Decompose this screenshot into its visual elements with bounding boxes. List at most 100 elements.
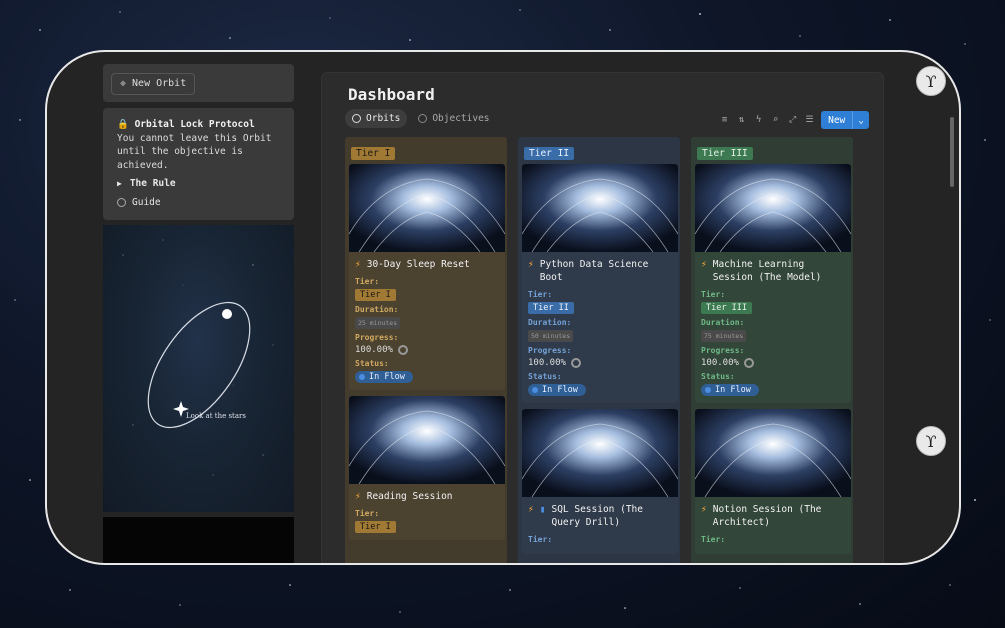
scrollbar[interactable]	[950, 117, 954, 187]
page-title: Dashboard	[348, 85, 435, 104]
card-cover-image	[695, 164, 851, 252]
status-badge: In Flow	[701, 384, 759, 396]
new-button[interactable]: New ⌄	[821, 111, 869, 129]
new-button-label: New	[828, 114, 846, 126]
card-cover-image	[522, 164, 678, 252]
filter-icon[interactable]: ≡	[719, 115, 730, 126]
orbit-card[interactable]: ⚡ Notion Session (The Architect) Tier:	[695, 409, 851, 554]
tier-label: Tier:	[355, 277, 380, 286]
duration-label: Duration:	[528, 318, 572, 327]
orbit-card[interactable]: ⚡ Python Data Science Boot Tier: Tier II …	[522, 164, 678, 403]
duration-value: 25 minutes	[355, 317, 401, 329]
orbit-card[interactable]: ⚡ Reading Session Tier: Tier I	[349, 396, 505, 540]
avatar[interactable]: ϒ	[916, 426, 946, 456]
moon-dot	[222, 309, 232, 319]
chevron-down-icon[interactable]: ⌄	[852, 111, 869, 129]
tab-objectives-label: Objectives	[432, 113, 490, 124]
column-header: Tier I	[351, 147, 396, 160]
status-badge: In Flow	[528, 384, 586, 396]
card-cover-image	[349, 164, 505, 252]
rule-toggle[interactable]: ▶ The Rule	[117, 177, 280, 191]
guide-label: Guide	[132, 196, 161, 208]
card-cover-image	[695, 409, 851, 497]
column-tier-3: Tier III ⚡ Machine Learning Session (The …	[691, 137, 853, 563]
status-label: Status:	[355, 359, 389, 368]
lock-icon: 🔒	[117, 119, 129, 130]
tab-orbits[interactable]: Orbits	[345, 109, 408, 128]
sort-icon[interactable]: ⇅	[736, 115, 747, 126]
progress-ring-icon	[743, 358, 754, 368]
progress-label: Progress:	[355, 333, 399, 342]
tier-label: Tier:	[701, 290, 726, 299]
card-title: Python Data Science Boot	[539, 259, 649, 283]
duration-label: Duration:	[701, 318, 745, 327]
expand-icon[interactable]: ⤢	[787, 115, 798, 126]
bolt-icon: ⚡	[701, 504, 707, 515]
sidebar: ◆ New Orbit 🔒 Orbital Lock Protocol You …	[103, 64, 294, 563]
orbit-illustration: Look at the stars	[103, 225, 294, 512]
column-tier-2: Tier II ⚡ Python Data Science Boot Tier: …	[518, 137, 680, 563]
search-icon[interactable]: ⌕	[770, 115, 781, 126]
card-title: Reading Session	[366, 491, 453, 502]
tier-label: Tier:	[355, 509, 380, 518]
app-window: ◆ New Orbit 🔒 Orbital Lock Protocol You …	[45, 50, 961, 565]
orbital-lock-callout: 🔒 Orbital Lock Protocol You cannot leave…	[103, 108, 294, 220]
card-cover-image	[349, 396, 505, 484]
rule-label: The Rule	[129, 178, 176, 189]
card-cover-image	[522, 409, 678, 497]
status-label: Status:	[528, 372, 562, 381]
card-title: 30-Day Sleep Reset	[366, 259, 470, 270]
bolt-icon: ⚡	[701, 259, 707, 270]
diamond-icon: ◆	[120, 78, 127, 89]
progress-ring-icon	[570, 358, 581, 368]
column-tier-1: Tier I ⚡ 30-Day Sleep Reset Tier: Tier I …	[345, 137, 507, 563]
new-orbit-button[interactable]: ◆ New Orbit	[111, 72, 196, 95]
progress-value: 100.00%	[355, 345, 393, 355]
bolt-icon: ⚡	[355, 491, 361, 502]
orbit-svg: Look at the stars	[122, 239, 274, 476]
progress-label: Progress:	[528, 346, 572, 355]
lock-title: Orbital Lock Protocol	[134, 119, 255, 130]
tier-pill: Tier I	[355, 289, 396, 301]
bolt-icon: ⚡	[355, 259, 361, 270]
toolbar: ≡ ⇅ ϟ ⌕ ⤢ ☰ New ⌄	[719, 111, 869, 129]
tier-pill: Tier III	[701, 302, 752, 314]
target-icon	[352, 114, 361, 123]
tab-objectives[interactable]: Objectives	[411, 109, 496, 128]
tier-label: Tier:	[528, 290, 553, 299]
orbit-card[interactable]: ⚡ ▮ SQL Session (The Query Drill) Tier:	[522, 409, 678, 554]
view-tabs: Orbits Objectives	[345, 109, 497, 128]
tier-pill: Tier II	[528, 302, 574, 314]
status-badge: In Flow	[355, 371, 413, 383]
duration-label: Duration:	[355, 305, 399, 314]
dashboard-panel: Dashboard Orbits Objectives ≡ ⇅ ϟ ⌕ ⤢ ☰ …	[321, 72, 884, 563]
avatar[interactable]: ϒ	[916, 66, 946, 96]
art-caption: Look at the stars	[186, 412, 246, 420]
triangle-right-icon: ▶	[117, 179, 122, 188]
progress-label: Progress:	[701, 346, 745, 355]
target-icon	[418, 114, 428, 123]
card-title: Notion Session (The Architect)	[712, 504, 822, 528]
progress-ring-icon	[397, 345, 408, 355]
duration-value: 75 minutes	[701, 330, 747, 342]
settings-icon[interactable]: ☰	[804, 115, 815, 126]
lock-description: You cannot leave this Orbit until the ob…	[117, 132, 272, 171]
bolt-icon: ⚡	[528, 504, 534, 515]
new-orbit-panel: ◆ New Orbit	[103, 64, 294, 102]
bolt-icon[interactable]: ϟ	[753, 115, 764, 126]
tier-pill: Tier I	[355, 521, 396, 533]
orbit-card[interactable]: ⚡ 30-Day Sleep Reset Tier: Tier I Duratio…	[349, 164, 505, 390]
column-header: Tier II	[524, 147, 575, 160]
progress-value: 100.00%	[701, 358, 739, 368]
bolt-icon: ⚡	[528, 259, 534, 270]
bar-chart-icon: ▮	[539, 504, 546, 515]
progress-value: 100.00%	[528, 358, 566, 368]
card-title: Machine Learning Session (The Model)	[712, 259, 822, 283]
orbit-card[interactable]: ⚡ Machine Learning Session (The Model) Ti…	[695, 164, 851, 403]
duration-value: 50 minutes	[528, 330, 574, 342]
new-orbit-label: New Orbit	[132, 78, 187, 89]
tier-label: Tier:	[701, 535, 726, 544]
guide-link[interactable]: Guide	[117, 196, 280, 210]
column-header: Tier III	[697, 147, 753, 160]
tier-label: Tier:	[528, 535, 553, 544]
